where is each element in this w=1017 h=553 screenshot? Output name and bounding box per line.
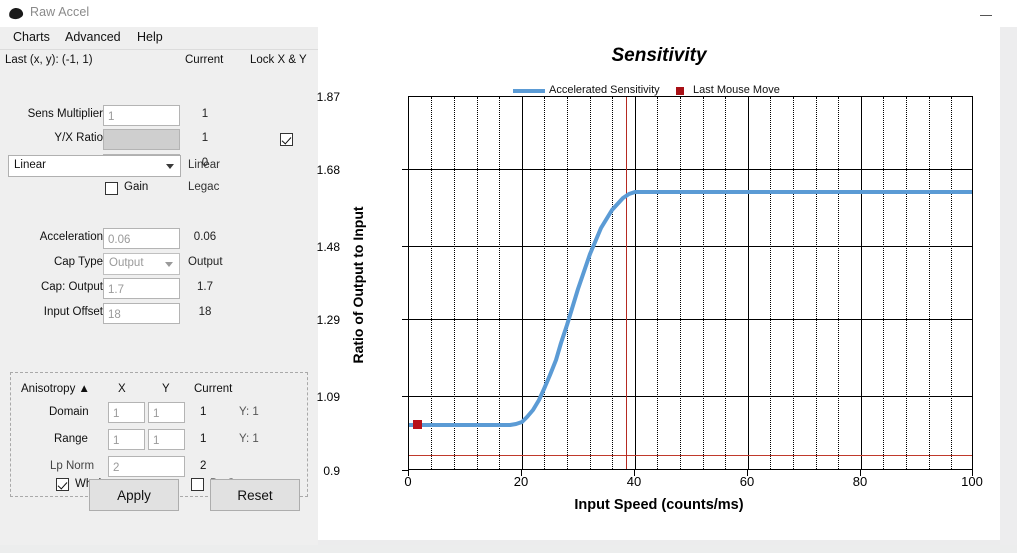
menu-item-help[interactable]: Help [132,30,168,44]
checkbox-by-component[interactable] [191,478,204,491]
anisotropy-title[interactable]: Anisotropy ▲ [21,383,90,395]
checkbox-lock-xy[interactable] [280,133,293,146]
label-cap-type: Cap Type [53,256,103,268]
y-tick-label: 1.48 [316,240,340,254]
x-axis-title: Input Speed (counts/ms) [574,497,744,513]
current-input-offset: 18 [198,306,212,318]
y-tick-label: 1.29 [316,313,340,327]
y-axis-title-wrap: Ratio of Output to Input [338,177,366,397]
label-gain: Gain [124,181,149,193]
y-axis-title: Ratio of Output to Input [350,206,366,364]
window-title: Raw Accel [30,5,90,19]
current-yx-ratio: 1 [201,132,209,144]
app-blob-icon [8,7,24,20]
current-acceleration: 0.06 [193,231,217,243]
row-cap-type: Cap Type Output Output [0,253,318,275]
chevron-down-icon [165,262,173,267]
current-cap-output: 1.7 [197,281,213,293]
chart-title: Sensitivity [611,45,707,66]
checkbox-gain[interactable] [105,182,118,195]
legend-label-marker: Last Mouse Move [693,84,780,96]
current-range: 1 [200,433,207,445]
anisotropy-col-x: X [118,383,126,395]
label-input-offset: Input Offset [43,306,103,318]
current-range-y: Y: 1 [239,433,259,445]
window-bottom-edge [0,545,1017,553]
combo-cap-type[interactable]: Output [103,253,180,275]
input-range-y[interactable] [148,429,185,450]
apply-button[interactable]: Apply [89,479,179,511]
x-tick-label: 20 [513,474,529,489]
menu-bar: Charts Advanced Help [0,27,318,50]
combo-cap-type-value: Output [109,257,144,269]
label-range: Range [54,433,88,445]
row-input-offset: Input Offset 18 [0,303,318,325]
title-bar: Raw Accel [0,0,1017,28]
chart-panel: Sensitivity Accelerated Sensitivity Last… [317,27,1000,540]
anisotropy-col-current: Current [194,383,233,395]
reset-button[interactable]: Reset [210,479,300,511]
column-header-lock-xy: Lock X & Y [250,54,307,66]
menu-item-charts[interactable]: Charts [8,30,55,44]
row-yx-ratio: Y/X Ratio 1 [0,129,318,151]
legend-label-series: Accelerated Sensitivity [549,84,660,96]
input-domain-x[interactable] [108,402,145,423]
x-tick-label: 80 [852,474,868,489]
row-acceleration: Acceleration 0.06 [0,228,318,250]
row-cap-output: Cap: Output 1.7 [0,278,318,300]
x-tick-label: 0 [404,474,412,489]
label-cap-output: Cap: Output [40,281,103,293]
row-sens-multiplier: Sens Multiplier 1 [0,105,318,127]
plot-area[interactable] [408,96,973,470]
y-tick-label: 1.68 [316,163,340,177]
input-range-x[interactable] [108,429,145,450]
menu-item-advanced[interactable]: Advanced [60,30,126,44]
window-right-edge [1000,27,1017,545]
input-sens-multiplier[interactable] [103,105,180,126]
y-tick-label: 1.09 [316,390,340,404]
legend-line-icon [513,89,545,93]
settings-panel: Charts Advanced Help Last (x, y): (-1, 1… [0,27,318,545]
chevron-down-icon [166,164,174,169]
input-yx-ratio [103,129,180,150]
input-cap-output[interactable] [103,278,180,299]
anisotropy-col-y: Y [162,383,170,395]
minimize-button[interactable] [964,0,1010,27]
checkbox-whole[interactable] [56,478,69,491]
input-lp-norm[interactable] [108,456,185,477]
last-mouse-move-marker [413,420,422,429]
combo-accel-mode[interactable]: Linear [8,155,181,177]
label-lp-norm: Lp Norm [50,460,95,472]
input-acceleration[interactable] [103,228,180,249]
x-tick-label: 60 [739,474,755,489]
combo-accel-mode-value: Linear [14,159,46,171]
label-sens-multiplier: Sens Multiplier [27,108,103,120]
y-tick-label: 0.9 [323,464,340,478]
current-gain: Legac [188,181,220,193]
last-xy-readout: Last (x, y): (-1, 1) [5,54,93,66]
current-sens-multiplier: 1 [201,108,209,120]
x-tick-label: 40 [626,474,642,489]
current-domain-y: Y: 1 [239,406,259,418]
x-tick-label: 100 [961,474,983,489]
legend-square-icon [676,87,684,95]
series-accelerated-sensitivity [409,190,972,427]
current-lp-norm: 2 [200,460,207,472]
current-cap-type: Output [188,256,223,268]
input-input-offset[interactable] [103,303,180,324]
input-domain-y[interactable] [148,402,185,423]
column-header-current: Current [185,54,224,66]
label-yx-ratio: Y/X Ratio [54,132,103,144]
current-domain: 1 [200,406,207,418]
label-acceleration: Acceleration [39,231,103,243]
current-accel-mode: Linear [188,159,220,171]
y-tick-label: 1.87 [316,90,340,104]
raw-accel-window: Raw Accel Charts Advanced Help Last (x, … [0,0,1017,553]
label-domain: Domain [49,406,89,418]
